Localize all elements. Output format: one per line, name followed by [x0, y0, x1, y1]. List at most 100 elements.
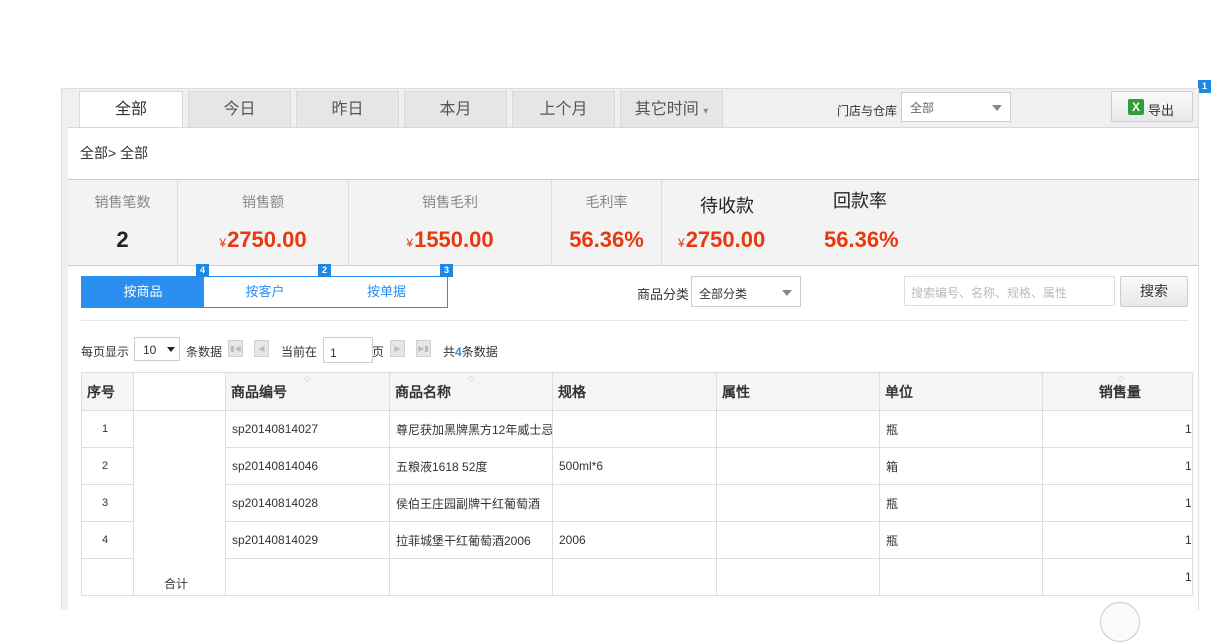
- chevron-down-icon: ▾: [703, 106, 709, 117]
- currency-symbol: ¥: [678, 236, 685, 250]
- table-total-row: 合计 1: [81, 558, 1193, 596]
- cell-sales-qty: 1: [1042, 484, 1193, 522]
- col-unit[interactable]: 单位: [879, 372, 1043, 411]
- store-select[interactable]: 全部: [901, 92, 1011, 122]
- tab-all[interactable]: 全部: [79, 91, 183, 130]
- cell-product-name: 尊尼获加黑牌黑方12年威士忌: [389, 410, 553, 448]
- excel-icon: X: [1128, 99, 1144, 115]
- category-label: 商品分类: [637, 287, 690, 302]
- col-index[interactable]: 序号: [81, 372, 134, 411]
- cell-spec: [552, 558, 717, 596]
- stat-number: 56.36%: [569, 227, 644, 252]
- col-attribute[interactable]: 属性: [716, 372, 880, 411]
- search-placeholder: 搜索编号、名称、规格、属性: [911, 286, 1068, 300]
- stat-value: 2: [68, 227, 177, 253]
- tab-this-month-label: 本月: [439, 101, 472, 118]
- stat-collection-rate: 回款率 56.36%: [812, 180, 972, 266]
- stat-sales-count: 销售笔数 2: [68, 180, 178, 266]
- view-by-customer[interactable]: 按客户: [204, 277, 326, 307]
- stat-label: 销售额: [242, 194, 284, 210]
- col-product-name[interactable]: ◇ 商品名称: [389, 372, 553, 411]
- total-label: 合计: [133, 558, 226, 596]
- category-select[interactable]: 全部分类: [691, 276, 801, 307]
- total-suffix: 条数据: [461, 345, 498, 359]
- table-row[interactable]: 1 sp20140814027 尊尼获加黑牌黑方12年威士忌 瓶 1: [81, 410, 1193, 448]
- stat-value: ¥1550.00: [349, 227, 551, 253]
- cell-attribute: [716, 447, 880, 485]
- tab-last-month[interactable]: 上个月: [512, 91, 615, 129]
- sort-icon: ◇: [468, 374, 475, 383]
- export-button[interactable]: X 导出: [1111, 91, 1193, 122]
- cell-spec: [552, 410, 717, 448]
- per-page-value: 10: [143, 343, 157, 357]
- tab-other-time-label: 其它时间: [634, 101, 699, 118]
- cell-spec: 2006: [552, 521, 717, 559]
- table-row[interactable]: 4 sp20140814029 拉菲城堡干红葡萄酒2006 2006 瓶 1: [81, 521, 1193, 559]
- cell-attribute: [716, 410, 880, 448]
- tab-other-time[interactable]: 其它时间 ▾: [620, 91, 723, 129]
- stat-value: 56.36%: [552, 227, 661, 253]
- cell-index: [81, 558, 134, 596]
- col-spec[interactable]: 规格: [552, 372, 717, 411]
- prev-page-icon[interactable]: ◀: [254, 340, 269, 357]
- cell-unit: 瓶: [879, 521, 1043, 559]
- page-suffix: 页: [372, 345, 385, 359]
- per-page-suffix: 条数据: [186, 345, 223, 359]
- cell-product-name: 侯伯王庄园副牌干红葡萄酒: [389, 484, 553, 522]
- cell-unit: 瓶: [879, 484, 1043, 522]
- divider: [81, 320, 1188, 321]
- floating-help-button[interactable]: [1100, 602, 1140, 642]
- badge-1: 1: [1198, 80, 1211, 93]
- badge-4: 4: [196, 264, 209, 277]
- col-product-code[interactable]: ◇ 商品编号: [225, 372, 390, 411]
- cell-product-code: sp20140814027: [225, 410, 390, 448]
- cell-blank: [133, 447, 226, 485]
- stat-margin-rate: 毛利率 56.36%: [552, 180, 662, 266]
- col-label: 销售量: [1098, 383, 1141, 400]
- stat-gross-profit: 销售毛利 ¥1550.00: [349, 180, 552, 266]
- cell-sales-qty: 1: [1042, 558, 1193, 596]
- cell-spec: [552, 484, 717, 522]
- sort-icon: ◇: [304, 374, 311, 383]
- stat-number: 56.36%: [824, 227, 899, 252]
- cell-attribute: [716, 484, 880, 522]
- tab-yesterday-label: 昨日: [331, 101, 364, 118]
- view-by-product[interactable]: 按商品: [82, 277, 204, 307]
- stat-number: 2: [116, 227, 129, 252]
- cell-attribute: [716, 521, 880, 559]
- table-row[interactable]: 2 sp20140814046 五粮液1618 52度 500ml*6 箱 1: [81, 447, 1193, 485]
- stat-number: 2750.00: [685, 227, 766, 252]
- stat-number: 2750.00: [227, 227, 307, 252]
- cell-attribute: [716, 558, 880, 596]
- tab-today[interactable]: 今日: [188, 91, 291, 129]
- currency-symbol: ¥: [406, 236, 414, 250]
- stat-value: 56.36%: [824, 227, 972, 253]
- cell-unit: 瓶: [879, 410, 1043, 448]
- cell-index: 1: [81, 410, 134, 448]
- stat-sales-amount: 销售额 ¥2750.00: [178, 180, 349, 266]
- cell-spec: 500ml*6: [552, 447, 717, 485]
- chevron-down-icon: [782, 290, 792, 296]
- next-page-icon[interactable]: ▶: [390, 340, 405, 357]
- summary-stats: 销售笔数 2 销售额 ¥2750.00 销售毛利 ¥1550.00 毛利率 56…: [68, 179, 1198, 266]
- cell-product-code: sp20140814046: [225, 447, 390, 485]
- tab-yesterday[interactable]: 昨日: [296, 91, 399, 129]
- view-by-document[interactable]: 按单据: [326, 277, 447, 307]
- tab-today-label: 今日: [223, 101, 256, 118]
- breadcrumb: 全部> 全部: [80, 145, 149, 161]
- tab-all-label: 全部: [114, 101, 147, 118]
- col-label: 商品名称: [395, 383, 451, 400]
- table-row[interactable]: 3 sp20140814028 侯伯王庄园副牌干红葡萄酒 瓶 1: [81, 484, 1193, 522]
- total-records: 共4条数据: [443, 343, 498, 360]
- sales-table: 序号 ◇ 商品编号 ◇ 商品名称 规格 属性 单位 ◇ 销售量 1 sp2014081…: [81, 372, 1193, 596]
- per-page-select[interactable]: 10: [134, 337, 180, 361]
- search-input[interactable]: 搜索编号、名称、规格、属性: [904, 276, 1115, 306]
- search-button[interactable]: 搜索: [1120, 276, 1188, 307]
- tab-this-month[interactable]: 本月: [404, 91, 507, 129]
- cell-unit: 箱: [879, 447, 1043, 485]
- last-page-icon[interactable]: ▶▮: [416, 340, 431, 357]
- first-page-icon[interactable]: ▮◀: [228, 340, 243, 357]
- store-label: 门店与仓库: [837, 104, 898, 118]
- col-sales-qty[interactable]: ◇ 销售量: [1042, 372, 1193, 411]
- current-page-input[interactable]: 1: [323, 337, 373, 363]
